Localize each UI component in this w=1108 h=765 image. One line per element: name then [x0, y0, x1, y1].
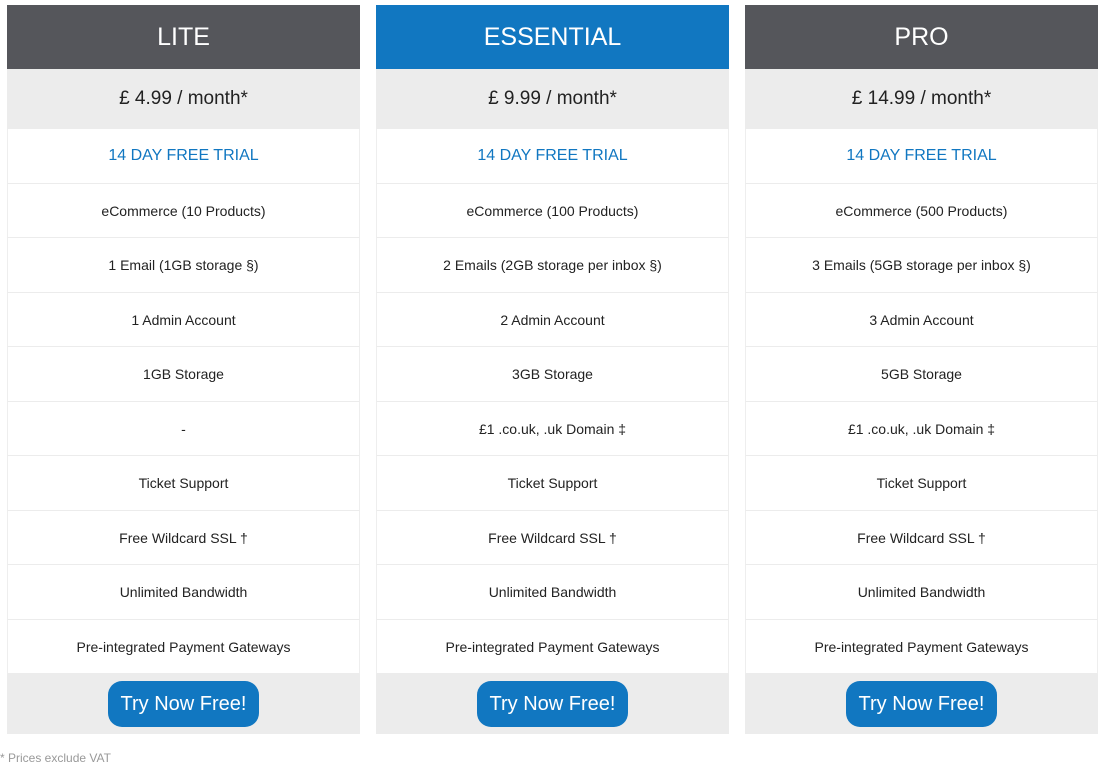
- free-trial-label: 14 DAY FREE TRIAL: [376, 129, 729, 184]
- try-now-button-pro[interactable]: Try Now Free!: [845, 681, 998, 727]
- feature-ecommerce: eCommerce (500 Products): [745, 183, 1098, 238]
- feature-ssl: Free Wildcard SSL †: [745, 510, 1098, 565]
- feature-ssl: Free Wildcard SSL †: [7, 510, 360, 565]
- plan-name: ESSENTIAL: [376, 5, 729, 69]
- feature-email: 3 Emails (5GB storage per inbox §): [745, 238, 1098, 293]
- feature-bandwidth: Unlimited Bandwidth: [376, 565, 729, 620]
- plan-name: LITE: [7, 5, 360, 69]
- feature-storage: 1GB Storage: [7, 347, 360, 402]
- feature-storage: 3GB Storage: [376, 347, 729, 402]
- feature-ssl: Free Wildcard SSL †: [376, 510, 729, 565]
- plan-card-lite: LITE £ 4.99 / month* 14 DAY FREE TRIAL e…: [7, 5, 360, 734]
- feature-support: Ticket Support: [745, 456, 1098, 511]
- plan-price: £ 4.99 / month*: [7, 69, 360, 129]
- feature-domain: -: [7, 401, 360, 456]
- plan-footer: Try Now Free!: [7, 674, 360, 734]
- plan-footer: Try Now Free!: [376, 674, 729, 734]
- feature-ecommerce: eCommerce (10 Products): [7, 183, 360, 238]
- feature-payment: Pre-integrated Payment Gateways: [376, 619, 729, 674]
- feature-ecommerce: eCommerce (100 Products): [376, 183, 729, 238]
- vat-footnote: * Prices exclude VAT: [0, 751, 111, 765]
- try-now-button-essential[interactable]: Try Now Free!: [476, 681, 629, 727]
- feature-storage: 5GB Storage: [745, 347, 1098, 402]
- feature-email: 1 Email (1GB storage §): [7, 238, 360, 293]
- feature-admin: 2 Admin Account: [376, 292, 729, 347]
- feature-domain: £1 .co.uk, .uk Domain ‡: [745, 401, 1098, 456]
- feature-bandwidth: Unlimited Bandwidth: [7, 565, 360, 620]
- feature-bandwidth: Unlimited Bandwidth: [745, 565, 1098, 620]
- free-trial-label: 14 DAY FREE TRIAL: [7, 129, 360, 184]
- plan-name: PRO: [745, 5, 1098, 69]
- feature-payment: Pre-integrated Payment Gateways: [745, 619, 1098, 674]
- plan-price: £ 14.99 / month*: [745, 69, 1098, 129]
- try-now-button-lite[interactable]: Try Now Free!: [107, 681, 260, 727]
- feature-admin: 3 Admin Account: [745, 292, 1098, 347]
- plan-footer: Try Now Free!: [745, 674, 1098, 734]
- plan-card-essential: ESSENTIAL £ 9.99 / month* 14 DAY FREE TR…: [376, 5, 729, 734]
- free-trial-label: 14 DAY FREE TRIAL: [745, 129, 1098, 184]
- feature-payment: Pre-integrated Payment Gateways: [7, 619, 360, 674]
- plan-price: £ 9.99 / month*: [376, 69, 729, 129]
- feature-admin: 1 Admin Account: [7, 292, 360, 347]
- feature-domain: £1 .co.uk, .uk Domain ‡: [376, 401, 729, 456]
- feature-support: Ticket Support: [7, 456, 360, 511]
- feature-support: Ticket Support: [376, 456, 729, 511]
- plan-card-pro: PRO £ 14.99 / month* 14 DAY FREE TRIAL e…: [745, 5, 1098, 734]
- feature-email: 2 Emails (2GB storage per inbox §): [376, 238, 729, 293]
